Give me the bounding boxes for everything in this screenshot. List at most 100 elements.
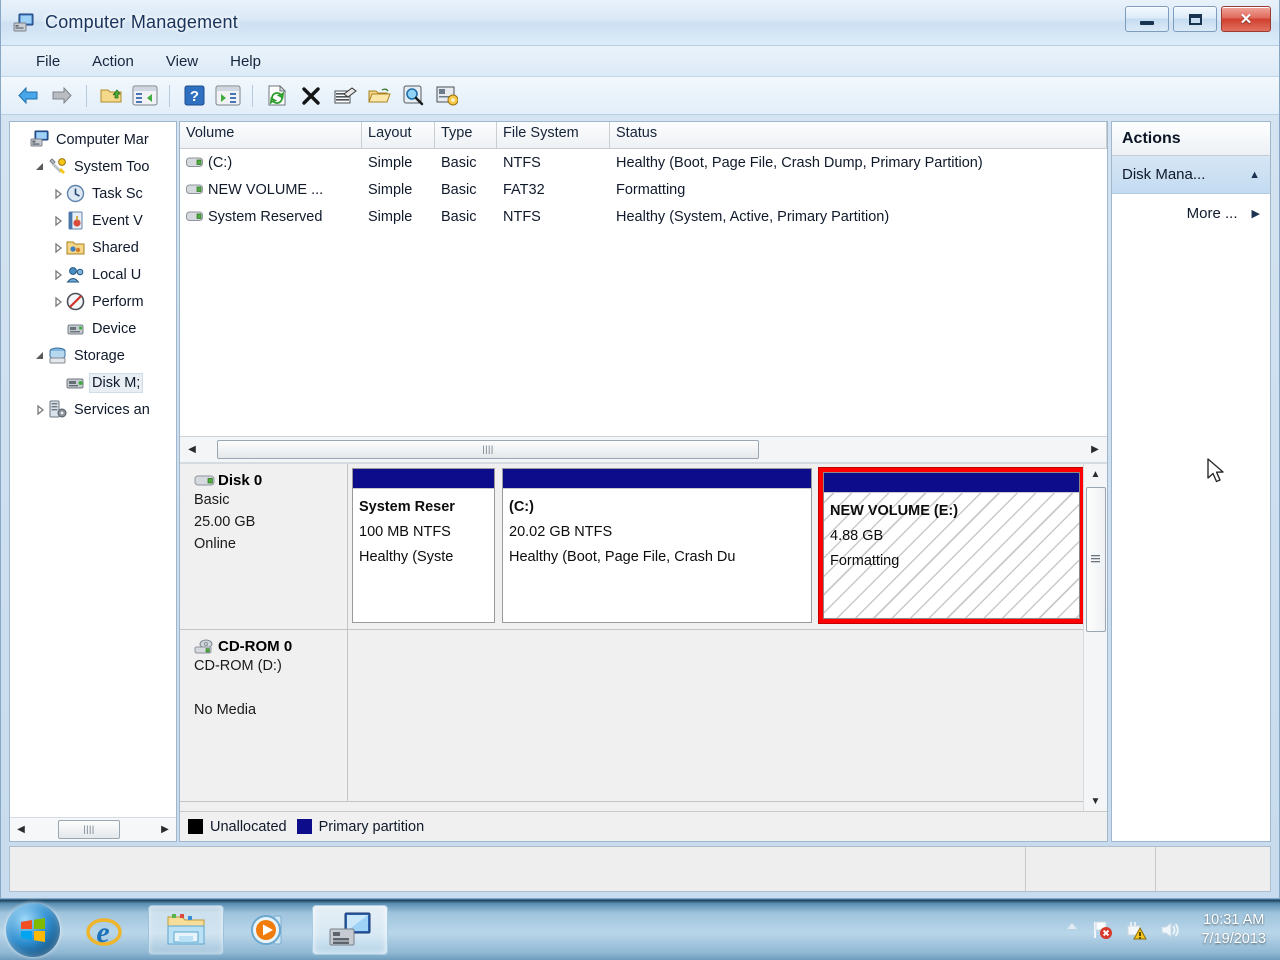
column-header-volume[interactable]: Volume (180, 122, 362, 148)
delete-icon[interactable] (296, 82, 326, 110)
tree-item-services-an[interactable]: Services an (10, 396, 176, 423)
menu-action[interactable]: Action (79, 50, 147, 73)
disk-scroll-down-icon[interactable]: ▼ (1085, 791, 1107, 811)
column-header-status[interactable]: Status (610, 122, 1107, 148)
menu-view[interactable]: View (153, 50, 211, 73)
tree-scroll-track[interactable]: |||| (30, 819, 156, 840)
volume-horizontal-scrollbar[interactable]: ◀ |||| ▶ (180, 436, 1107, 462)
graphical-disk-view: Disk 0 Basic 25.00 GB Online System Reser 100… (180, 462, 1107, 811)
help-icon[interactable]: ? (179, 82, 209, 110)
volume-speaker-icon[interactable] (1159, 919, 1181, 941)
open-folder-icon[interactable] (364, 82, 394, 110)
tree-horizontal-scrollbar[interactable]: ◀ |||| ▶ (10, 817, 176, 841)
partition-size-label: 100 MB NTFS (359, 524, 451, 540)
disk-title: CD-ROM 0 (194, 638, 347, 655)
rescan-disks-icon[interactable] (398, 82, 428, 110)
volume-cell-status: Healthy (System, Active, Primary Partiti… (616, 208, 890, 225)
back-arrow-icon[interactable] (13, 82, 43, 110)
network-warning-icon[interactable] (1125, 919, 1148, 941)
tree-scroll-right-icon[interactable]: ▶ (156, 820, 174, 840)
expander-collapsed-icon[interactable] (50, 296, 66, 308)
expander-collapsed-icon[interactable] (50, 269, 66, 281)
volume-scroll-thumb[interactable]: |||| (217, 439, 759, 459)
svg-text:e: e (96, 916, 109, 949)
action-item-more[interactable]: More ... ▶ (1112, 194, 1270, 232)
tree-item-device[interactable]: Device (10, 315, 176, 342)
show-hidden-icons-icon[interactable] (1065, 919, 1079, 941)
disk-scroll-track[interactable] (1085, 484, 1107, 791)
disk-scroll-up-icon[interactable]: ▲ (1085, 464, 1107, 484)
tree-item-perform[interactable]: Perform (10, 288, 176, 315)
window-title: Computer Management (45, 12, 238, 32)
tree-item-task-sc[interactable]: Task Sc (10, 180, 176, 207)
volume-scroll-track[interactable]: |||| (201, 439, 1086, 460)
expander-collapsed-icon[interactable] (32, 404, 48, 416)
tree-item-system-too[interactable]: System Too (10, 153, 176, 180)
refresh-icon[interactable] (262, 82, 292, 110)
tree-item-shared[interactable]: Shared (10, 234, 176, 261)
disk-info-cd-rom-0[interactable]: CD-ROM 0 CD-ROM (D:) No Media (180, 630, 348, 802)
clock[interactable]: 10:31 AM 7/19/2013 (1193, 911, 1274, 949)
tree-item-label: Storage (74, 347, 125, 364)
volume-scroll-right-icon[interactable]: ▶ (1086, 440, 1104, 460)
column-header-layout[interactable]: Layout (362, 122, 435, 148)
disk-view-vertical-scrollbar[interactable]: ▲ ▼ (1083, 464, 1107, 811)
disk-scroll-thumb[interactable] (1085, 487, 1106, 632)
expander-collapsed-icon[interactable] (50, 188, 66, 200)
tree-scroll-thumb[interactable]: |||| (58, 819, 120, 839)
column-header-file-system[interactable]: File System (497, 122, 610, 148)
partition-name-label: (C:) (509, 499, 534, 515)
volume-scroll-left-icon[interactable]: ◀ (183, 440, 201, 460)
menu-help[interactable]: Help (217, 50, 274, 73)
tree-item-event-v[interactable]: Event V (10, 207, 176, 234)
create-vhd-icon[interactable] (432, 82, 462, 110)
tree-item-storage[interactable]: Storage (10, 342, 176, 369)
status-bar (9, 846, 1271, 892)
chevron-up-icon[interactable]: ▲ (1249, 169, 1260, 181)
partition-highlight-inner: NEW VOLUME (E:) 4.88 GB Formatting (823, 472, 1080, 619)
tree-item-disk-m[interactable]: Disk M; (10, 369, 176, 396)
forward-arrow-icon[interactable] (47, 82, 77, 110)
minimize-button[interactable] (1125, 6, 1169, 32)
disk-info-disk-0[interactable]: Disk 0 Basic 25.00 GB Online (180, 464, 348, 630)
tree-scroll-left-icon[interactable]: ◀ (12, 820, 30, 840)
tree-item-label: Perform (92, 293, 144, 310)
volume-cell-status: Formatting (616, 181, 686, 198)
volume-row[interactable]: NEW VOLUME ... Simple Basic FAT32 Formatting (180, 176, 1107, 203)
window-controls: ✕ (1125, 6, 1271, 32)
volume-row[interactable]: (C:) Simple Basic NTFS Healthy (Boot, Page F… (180, 149, 1107, 176)
taskbar-computer-management[interactable] (312, 905, 388, 955)
system-tools-icon (48, 157, 67, 176)
column-header-type[interactable]: Type (435, 122, 497, 148)
close-button[interactable]: ✕ (1221, 6, 1271, 32)
action-center-flag-icon[interactable] (1091, 919, 1113, 941)
task-scheduler-icon (66, 184, 85, 203)
tree-item-local-u[interactable]: Local U (10, 261, 176, 288)
up-folder-icon[interactable] (96, 82, 126, 110)
windows-start-orb-icon[interactable] (6, 903, 60, 957)
main-body: Computer Mar System Too Task Sc Event V Shar… (1, 115, 1279, 842)
menu-file[interactable]: File (23, 50, 73, 73)
taskbar: e 10:31 AM 7/19/2013 (0, 899, 1280, 960)
partition-c[interactable]: (C:) 20.02 GB NTFS Healthy (Boot, Page Fil… (502, 468, 812, 623)
actions-group-label: Disk Mana... (1122, 166, 1206, 183)
properties-icon[interactable] (330, 82, 360, 110)
partition-new-volume-e[interactable]: NEW VOLUME (E:) 4.88 GB Formatting (819, 468, 1083, 623)
taskbar-windows-media-player[interactable] (230, 905, 306, 955)
volume-row[interactable]: System Reserved Simple Basic NTFS Healthy (S… (180, 203, 1107, 230)
actions-group-disk-management[interactable]: Disk Mana... ▲ (1112, 156, 1270, 194)
legend-unallocated-label: Unallocated (210, 818, 287, 835)
taskbar-windows-explorer[interactable] (148, 905, 224, 955)
expander-expanded-icon[interactable] (32, 161, 48, 173)
partition-system-reser[interactable]: System Reser 100 MB NTFS Healthy (Syste (352, 468, 495, 623)
partition-details: (C:) 20.02 GB NTFS Healthy (Boot, Page Fil… (503, 488, 811, 622)
expander-expanded-icon[interactable] (32, 350, 48, 362)
toolbar: ? (1, 77, 1279, 115)
maximize-button[interactable] (1173, 6, 1217, 32)
taskbar-internet-explorer[interactable]: e (66, 905, 142, 955)
show-hide-console-tree-icon[interactable] (130, 82, 160, 110)
show-hide-action-pane-icon[interactable] (213, 82, 243, 110)
tree-item-computer-mar[interactable]: Computer Mar (10, 126, 176, 153)
expander-collapsed-icon[interactable] (50, 242, 66, 254)
expander-collapsed-icon[interactable] (50, 215, 66, 227)
